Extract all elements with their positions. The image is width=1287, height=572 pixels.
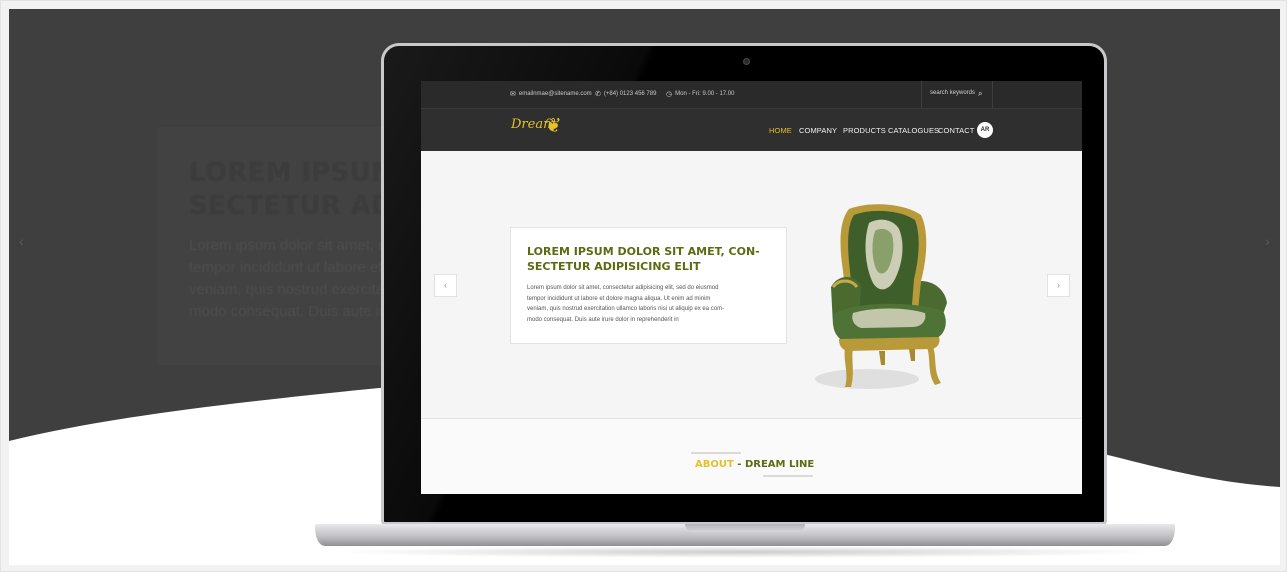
nav-item-contact[interactable]: CONTACT: [938, 126, 974, 135]
background-prev-arrow: ‹: [19, 233, 24, 249]
nav-item-products[interactable]: PRODUCTS: [843, 126, 886, 135]
phone-info[interactable]: ✆ (+84) 0123 456 789: [595, 90, 656, 98]
hero-title: LOREM IPSUM DOLOR SIT AMET, CON- SECTETU…: [527, 245, 760, 273]
hero-next-button[interactable]: ›: [1047, 274, 1070, 297]
nav-item-catalogues[interactable]: CATALOGUES: [888, 126, 939, 135]
armchair-image: [815, 204, 947, 389]
hero-slider: ‹ › LOREM IPSUM DOLOR SIT AMET, CON- SEC…: [421, 151, 1082, 419]
logo-ornament-icon: ❦: [545, 115, 562, 137]
presentation-frame: LOREM IPSUM DOLOR SIT AMET, CON- SECTETU…: [0, 0, 1287, 572]
laptop-shadow: [325, 546, 1165, 558]
about-separator: -: [733, 459, 745, 470]
nav-item-company[interactable]: COMPANY: [799, 126, 837, 135]
top-info-bar: ✉ emailnmae@sitename.com ✆ (+84) 0123 45…: [421, 81, 1082, 109]
mail-icon: ✉: [510, 91, 516, 98]
language-button[interactable]: AR: [977, 122, 993, 138]
clock-icon: ◷: [666, 91, 673, 98]
about-section: ABOUT - DREAM LINE: [421, 419, 1082, 494]
hero-card: LOREM IPSUM DOLOR SIT AMET, CON- SECTETU…: [510, 227, 787, 344]
laptop-opening-notch: [685, 524, 805, 532]
about-title: DREAM LINE: [744, 459, 815, 470]
laptop-screen: ✉ emailnmae@sitename.com ✆ (+84) 0123 45…: [421, 81, 1082, 494]
about-divider-top: [691, 452, 741, 454]
phone-icon: ✆: [595, 91, 601, 98]
hero-prev-button[interactable]: ‹: [434, 274, 457, 297]
email-info[interactable]: ✉ emailnmae@sitename.com: [510, 90, 592, 98]
background-next-arrow: ›: [1265, 233, 1270, 249]
stage: LOREM IPSUM DOLOR SIT AMET, CON- SECTETU…: [9, 9, 1280, 565]
about-divider-bottom: [763, 475, 813, 477]
hero-text: Lorem ipsum dolor sit amet, consectetur …: [527, 285, 725, 323]
main-navbar: Dream ❦ HOME COMPANY PRODUCTS CATALOGUES…: [421, 109, 1082, 151]
phone-text: (+84) 0123 456 789: [603, 91, 657, 97]
hours-info: ◷ Mon - Fri: 9.00 - 17.00: [666, 90, 734, 98]
hours-text: Mon - Fri: 9.00 - 17.00: [675, 91, 735, 97]
search-box[interactable]: search keywords ⌕: [921, 81, 993, 109]
laptop-lid: ✉ emailnmae@sitename.com ✆ (+84) 0123 45…: [381, 43, 1107, 525]
email-text: emailnmae@sitename.com: [518, 91, 592, 97]
about-heading: ABOUT - DREAM LINE: [695, 459, 814, 470]
camera-icon: [743, 58, 750, 65]
search-icon[interactable]: ⌕: [978, 89, 982, 99]
search-input[interactable]: search keywords: [930, 90, 975, 96]
nav-item-home[interactable]: HOME: [769, 126, 792, 135]
about-highlight: ABOUT: [695, 459, 734, 470]
laptop-base: [315, 524, 1175, 546]
